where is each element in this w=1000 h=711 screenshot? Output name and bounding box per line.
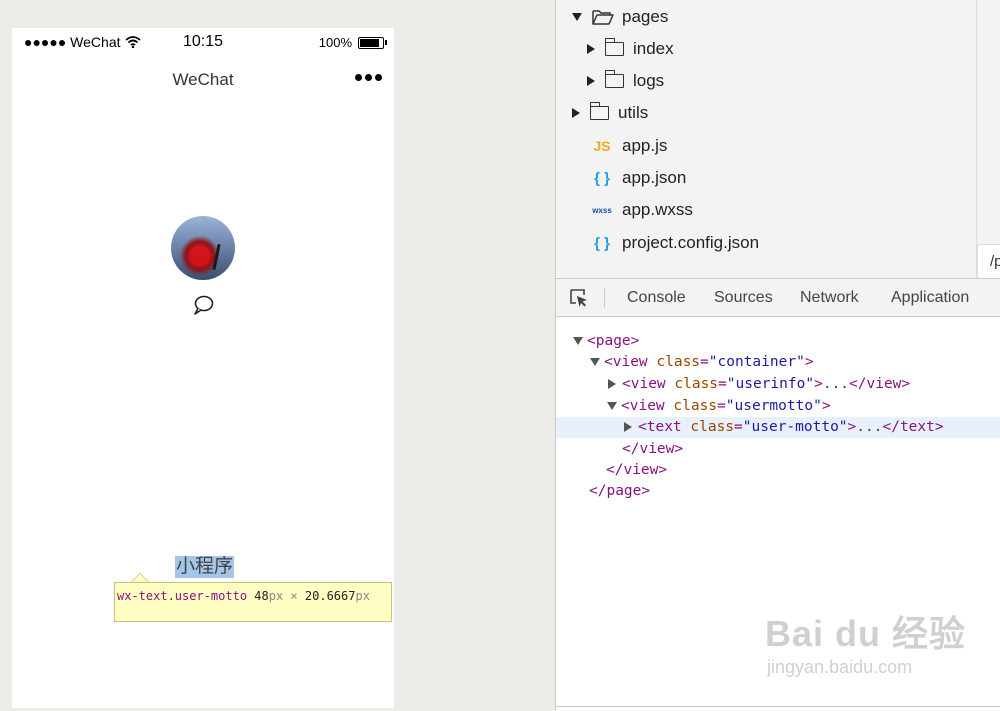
inspect-tooltip: wx-text.user-motto 48px × 20.6667px xyxy=(114,582,392,622)
dom-close-view[interactable]: </view> xyxy=(556,439,1000,460)
dom-attr-value: "usermotto" xyxy=(725,398,822,414)
user-motto-text[interactable]: 小程序 xyxy=(175,556,235,578)
expand-arrow-icon[interactable] xyxy=(572,13,582,21)
collapse-arrow-icon[interactable] xyxy=(608,379,616,389)
panel-bottom-border xyxy=(556,706,1000,707)
tooltip-arrow xyxy=(131,573,149,582)
dom-ellipsis: ... xyxy=(822,376,850,392)
dom-node-page[interactable]: <page> xyxy=(556,331,1000,352)
folder-icon xyxy=(589,102,609,120)
tree-item-label: app.wxss xyxy=(622,200,693,219)
tab-console[interactable]: Console xyxy=(627,289,686,307)
battery-icon xyxy=(358,36,387,49)
more-options-icon[interactable] xyxy=(355,74,382,81)
tree-item-index[interactable]: index xyxy=(587,34,674,64)
dom-tag: view xyxy=(629,398,665,414)
folder-icon xyxy=(604,70,624,88)
dom-ellipsis: ... xyxy=(856,419,883,435)
tree-item-app-wxss[interactable]: wxss app.wxss xyxy=(590,195,693,225)
tree-item-label: index xyxy=(633,39,674,58)
dom-node-usermotto[interactable]: <view class="usermotto"> xyxy=(556,396,1000,417)
navbar-title: WeChat xyxy=(172,70,234,89)
dom-attr: class xyxy=(673,398,718,414)
dom-close-tag: </view> xyxy=(622,441,684,457)
dom-tag: <page> xyxy=(587,333,640,349)
wxss-file-icon: wxss xyxy=(592,205,612,215)
battery-status: 100% xyxy=(318,35,387,50)
collapse-arrow-icon[interactable] xyxy=(587,76,595,86)
dom-tag: text xyxy=(646,419,682,435)
tab-application[interactable]: Application xyxy=(891,289,969,307)
dom-node-userinfo[interactable]: <view class="userinfo">...</view> xyxy=(556,374,1000,395)
tree-item-label: logs xyxy=(633,71,665,90)
tree-item-label: utils xyxy=(618,103,649,122)
editor-edge xyxy=(977,0,1000,278)
json-file-icon: { } xyxy=(594,234,610,252)
dom-close-tag: </view> xyxy=(849,376,911,392)
dom-close-view[interactable]: </view> xyxy=(556,460,1000,481)
tab-separator xyxy=(604,288,605,308)
expand-arrow-icon[interactable] xyxy=(607,402,617,410)
baidu-watermark: Bai du 经验 jingyan.baidu.com xyxy=(765,605,966,678)
collapse-arrow-icon[interactable] xyxy=(572,108,580,118)
tree-item-pages[interactable]: pages xyxy=(572,2,668,32)
tooltip-times: × xyxy=(290,589,298,603)
dom-close-page[interactable]: </page> xyxy=(556,481,1000,502)
user-avatar[interactable] xyxy=(171,216,235,280)
dom-node-container[interactable]: <view class="container"> xyxy=(556,352,1000,373)
dom-close-tag: </view> xyxy=(606,462,668,478)
battery-percent: 100% xyxy=(318,35,352,50)
dom-attr: class xyxy=(674,376,719,392)
tooltip-selector: wx-text.user-motto xyxy=(117,589,248,603)
tooltip-height: 20.6667 xyxy=(304,589,356,603)
tree-item-app-js[interactable]: JS app.js xyxy=(590,131,667,161)
json-file-icon: { } xyxy=(594,169,610,187)
tree-item-label: pages xyxy=(622,7,669,26)
dom-close-tag: </page> xyxy=(589,483,651,499)
dom-attr-value: "user-motto" xyxy=(742,419,848,435)
tree-item-utils[interactable]: utils xyxy=(572,98,648,128)
folder-icon xyxy=(604,38,624,56)
tooltip-width: 48 xyxy=(254,589,269,603)
collapse-arrow-icon[interactable] xyxy=(624,422,632,432)
dom-close-tag: </text> xyxy=(882,419,944,435)
chat-bubble-icon xyxy=(194,295,214,315)
status-bar: ●●●●● WeChat 10:15 100% xyxy=(12,28,394,56)
watermark-logo: Bai du 经验 xyxy=(765,613,967,654)
watermark-url: jingyan.baidu.com xyxy=(767,657,913,677)
expand-arrow-icon[interactable] xyxy=(590,358,600,366)
dom-tag: view xyxy=(630,376,666,392)
inspect-element-icon[interactable] xyxy=(569,288,589,308)
tree-item-project-config[interactable]: { } project.config.json xyxy=(590,228,759,258)
tree-item-label: app.js xyxy=(622,136,668,155)
dom-node-user-motto-selected[interactable]: <text class="user-motto">...</text> xyxy=(556,417,1000,438)
tooltip-unit: px xyxy=(355,589,370,603)
editor-path-fragment: /p xyxy=(977,244,1000,278)
js-file-icon: JS xyxy=(593,138,611,154)
expand-arrow-icon[interactable] xyxy=(573,337,583,345)
tab-network[interactable]: Network xyxy=(800,289,859,307)
dom-tag: view xyxy=(612,354,648,370)
tooltip-unit: px xyxy=(268,589,284,603)
phone-simulator: ●●●●● WeChat 10:15 100% WeChat 小程序 wx-te… xyxy=(12,28,394,708)
file-tree: pages index logs utils JS app.js { } app… xyxy=(556,0,977,278)
tree-item-label: app.json xyxy=(622,168,687,187)
folder-open-icon xyxy=(592,10,614,25)
tree-item-app-json[interactable]: { } app.json xyxy=(590,163,686,193)
tab-sources[interactable]: Sources xyxy=(714,289,773,307)
tree-item-logs[interactable]: logs xyxy=(587,66,664,96)
dom-attr: class xyxy=(690,419,735,435)
tree-item-label: project.config.json xyxy=(622,233,760,252)
dom-attr-value: "userinfo" xyxy=(726,376,815,392)
dom-attr: class xyxy=(656,354,701,370)
collapse-arrow-icon[interactable] xyxy=(587,44,595,54)
dom-attr-value: "container" xyxy=(708,354,805,370)
devtools-tab-bar: Console Sources Network Application xyxy=(556,278,1000,317)
